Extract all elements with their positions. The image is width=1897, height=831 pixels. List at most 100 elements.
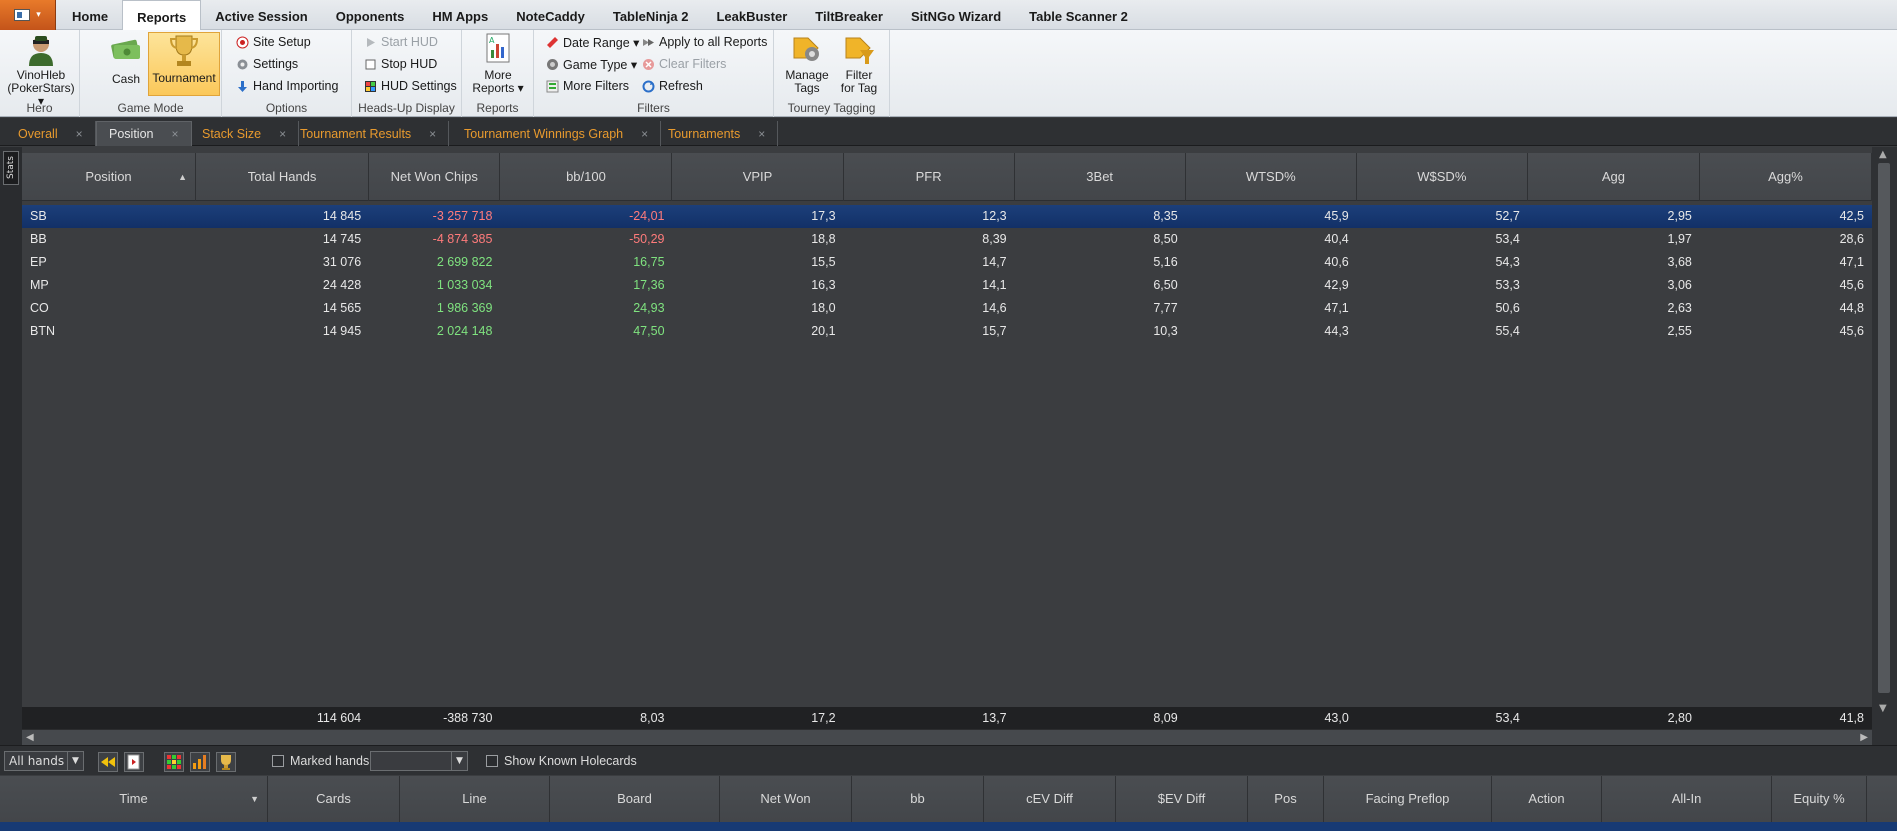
hands-first-row-partial[interactable] bbox=[0, 822, 1897, 831]
menu-reports[interactable]: Reports bbox=[122, 0, 202, 31]
cash-label: Cash bbox=[111, 72, 140, 86]
table-cell: 2,55 bbox=[1667, 324, 1692, 338]
settings-button[interactable]: Settings bbox=[236, 54, 298, 74]
start-hud-button[interactable]: Start HUD bbox=[364, 32, 438, 52]
marked-hands-checkbox[interactable] bbox=[272, 755, 284, 767]
menu-table-scanner-2[interactable]: Table Scanner 2 bbox=[1015, 0, 1142, 30]
vertical-scrollbar[interactable]: ▲ ▼ bbox=[1872, 147, 1897, 745]
hands-column-header-cev-diff[interactable]: cEV Diff bbox=[984, 776, 1116, 822]
tab-position[interactable]: Position × bbox=[96, 121, 192, 146]
more-reports-button[interactable]: A More Reports ▾ bbox=[470, 32, 526, 95]
menu-active-session[interactable]: Active Session bbox=[201, 0, 322, 30]
apply-all-reports-button[interactable]: Apply to all Reports bbox=[642, 32, 767, 52]
hands-column-header-bb[interactable]: bb bbox=[852, 776, 984, 822]
show-holecards-checkbox[interactable] bbox=[486, 755, 498, 767]
tab-tournament-winnings-graph[interactable]: Tournament Winnings Graph × bbox=[452, 121, 662, 146]
column-header-agg[interactable]: Agg bbox=[1528, 153, 1700, 201]
menu-leakbuster[interactable]: LeakBuster bbox=[702, 0, 801, 30]
column-header-3bet[interactable]: 3Bet bbox=[1015, 153, 1186, 201]
close-icon[interactable]: × bbox=[429, 127, 436, 141]
site-setup-button[interactable]: Site Setup bbox=[236, 32, 311, 52]
rewind-icon[interactable] bbox=[98, 752, 118, 772]
stats-side-tab[interactable]: Stats bbox=[3, 151, 19, 185]
hero-button[interactable]: VinoHleb (PokerStars) ▾ bbox=[6, 32, 76, 108]
more-filters-button[interactable]: More Filters bbox=[546, 76, 629, 96]
import-arrow-icon bbox=[238, 80, 247, 92]
scroll-up-icon[interactable]: ▲ bbox=[1879, 149, 1887, 160]
hud-settings-button[interactable]: HUD Settings bbox=[364, 76, 457, 96]
close-icon[interactable]: × bbox=[641, 127, 648, 141]
svg-text:A: A bbox=[489, 36, 495, 45]
column-header-vpip[interactable]: VPIP bbox=[672, 153, 844, 201]
column-header-pfr[interactable]: PFR bbox=[844, 153, 1015, 201]
menu-tableninja-2[interactable]: TableNinja 2 bbox=[599, 0, 703, 30]
hands-column-header-equity-[interactable]: Equity % bbox=[1772, 776, 1867, 822]
tab-stack-size[interactable]: Stack Size × bbox=[190, 121, 300, 146]
horizontal-scrollbar[interactable]: ◀ ▶ bbox=[22, 729, 1872, 745]
trophy-icon[interactable] bbox=[216, 752, 236, 772]
tab-tournament-results[interactable]: Tournament Results × bbox=[288, 121, 450, 146]
hand-importing-button[interactable]: Hand Importing bbox=[236, 76, 338, 96]
color-grid-icon[interactable] bbox=[164, 752, 184, 772]
column-header-agg-[interactable]: Agg% bbox=[1700, 153, 1872, 201]
scroll-left-icon[interactable]: ◀ bbox=[26, 732, 34, 743]
table-cell: CO bbox=[30, 301, 49, 315]
marked-hands-select[interactable]: ▼ bbox=[370, 751, 468, 771]
table-row[interactable]: BB 14 745 -4 874 385 -50,29 18,8 8,39 8,50 40,4… bbox=[22, 228, 1872, 251]
column-header-total-hands[interactable]: Total Hands bbox=[196, 153, 370, 201]
hands-filter-select[interactable]: All hands ▼ bbox=[4, 751, 84, 771]
date-range-button[interactable]: Date Range ▾ bbox=[546, 32, 639, 52]
close-icon[interactable]: × bbox=[171, 127, 178, 141]
refresh-button[interactable]: Refresh bbox=[642, 76, 703, 96]
column-header-bb-100[interactable]: bb/100 bbox=[500, 153, 673, 201]
filter-for-tag-button[interactable]: Filter for Tag bbox=[834, 32, 884, 95]
apply-all-reports-label: Apply to all Reports bbox=[659, 35, 768, 49]
replayer-icon[interactable] bbox=[124, 752, 144, 772]
menu-home[interactable]: Home bbox=[58, 0, 122, 30]
menu-sitngo-wizard[interactable]: SitNGo Wizard bbox=[897, 0, 1015, 30]
cash-button[interactable]: Cash bbox=[106, 34, 146, 86]
table-row[interactable]: CO 14 565 1 986 369 24,93 18,0 14,6 7,77 47,1 50… bbox=[22, 297, 1872, 320]
game-type-button[interactable]: Game Type ▾ bbox=[546, 54, 637, 74]
table-row[interactable]: EP 31 076 2 699 822 16,75 15,5 14,7 5,16 40,6 54… bbox=[22, 251, 1872, 274]
hands-column-header-all-in[interactable]: All-In bbox=[1602, 776, 1772, 822]
tournament-button[interactable]: Tournament bbox=[148, 32, 220, 96]
table-row[interactable]: BTN 14 945 2 024 148 47,50 20,1 15,7 10,3 44,3 5… bbox=[22, 320, 1872, 343]
hands-column-header-pos[interactable]: Pos bbox=[1248, 776, 1324, 822]
hud-group: Start HUD Stop HUD HUD Settings Heads-Up… bbox=[352, 30, 462, 117]
hands-column-header-net-won[interactable]: Net Won bbox=[720, 776, 852, 822]
table-cell: 14,7 bbox=[982, 255, 1007, 269]
scroll-right-icon[interactable]: ▶ bbox=[1860, 732, 1868, 743]
column-header-net-won-chips[interactable]: Net Won Chips bbox=[369, 153, 501, 201]
stop-hud-button[interactable]: Stop HUD bbox=[364, 54, 437, 74]
hands-column-header--ev-diff[interactable]: $EV Diff bbox=[1116, 776, 1248, 822]
hands-column-header-cards[interactable]: Cards bbox=[268, 776, 400, 822]
hands-column-header-time[interactable]: Time ▼ bbox=[0, 776, 268, 822]
column-header-label: Agg% bbox=[1768, 169, 1803, 184]
table-row[interactable]: SB 14 845 -3 257 718 -24,01 17,3 12,3 8,35 45,9… bbox=[22, 205, 1872, 228]
manage-tags-button[interactable]: Manage Tags bbox=[782, 32, 832, 95]
hands-column-header-board[interactable]: Board bbox=[550, 776, 720, 822]
menu-notecaddy[interactable]: NoteCaddy bbox=[502, 0, 599, 30]
menu-opponents[interactable]: Opponents bbox=[322, 0, 419, 30]
hands-column-header-facing-preflop[interactable]: Facing Preflop bbox=[1324, 776, 1492, 822]
scroll-thumb[interactable] bbox=[1878, 163, 1890, 693]
hero-group: VinoHleb (PokerStars) ▾ Hero bbox=[0, 30, 80, 117]
column-header-wtsd-[interactable]: WTSD% bbox=[1186, 153, 1357, 201]
table-row[interactable]: MP 24 428 1 033 034 17,36 16,3 14,1 6,50 42,9 53… bbox=[22, 274, 1872, 297]
close-icon[interactable]: × bbox=[279, 127, 286, 141]
hands-column-header-action[interactable]: Action bbox=[1492, 776, 1602, 822]
app-menu-button[interactable]: ▾ bbox=[0, 0, 56, 30]
tab-overall[interactable]: Overall × bbox=[6, 121, 96, 146]
menu-tiltbreaker[interactable]: TiltBreaker bbox=[801, 0, 897, 30]
close-icon[interactable]: × bbox=[758, 127, 765, 141]
column-header-w-sd-[interactable]: W$SD% bbox=[1357, 153, 1528, 201]
scroll-down-icon[interactable]: ▼ bbox=[1879, 703, 1887, 714]
menu-hm-apps[interactable]: HM Apps bbox=[418, 0, 502, 30]
hands-column-header-line[interactable]: Line bbox=[400, 776, 550, 822]
column-header-position[interactable]: Position ▲ bbox=[22, 153, 197, 201]
bar-chart-icon[interactable] bbox=[190, 752, 210, 772]
clear-filters-button[interactable]: Clear Filters bbox=[642, 54, 726, 74]
tab-tournaments[interactable]: Tournaments × bbox=[656, 121, 779, 146]
close-icon[interactable]: × bbox=[76, 127, 83, 141]
